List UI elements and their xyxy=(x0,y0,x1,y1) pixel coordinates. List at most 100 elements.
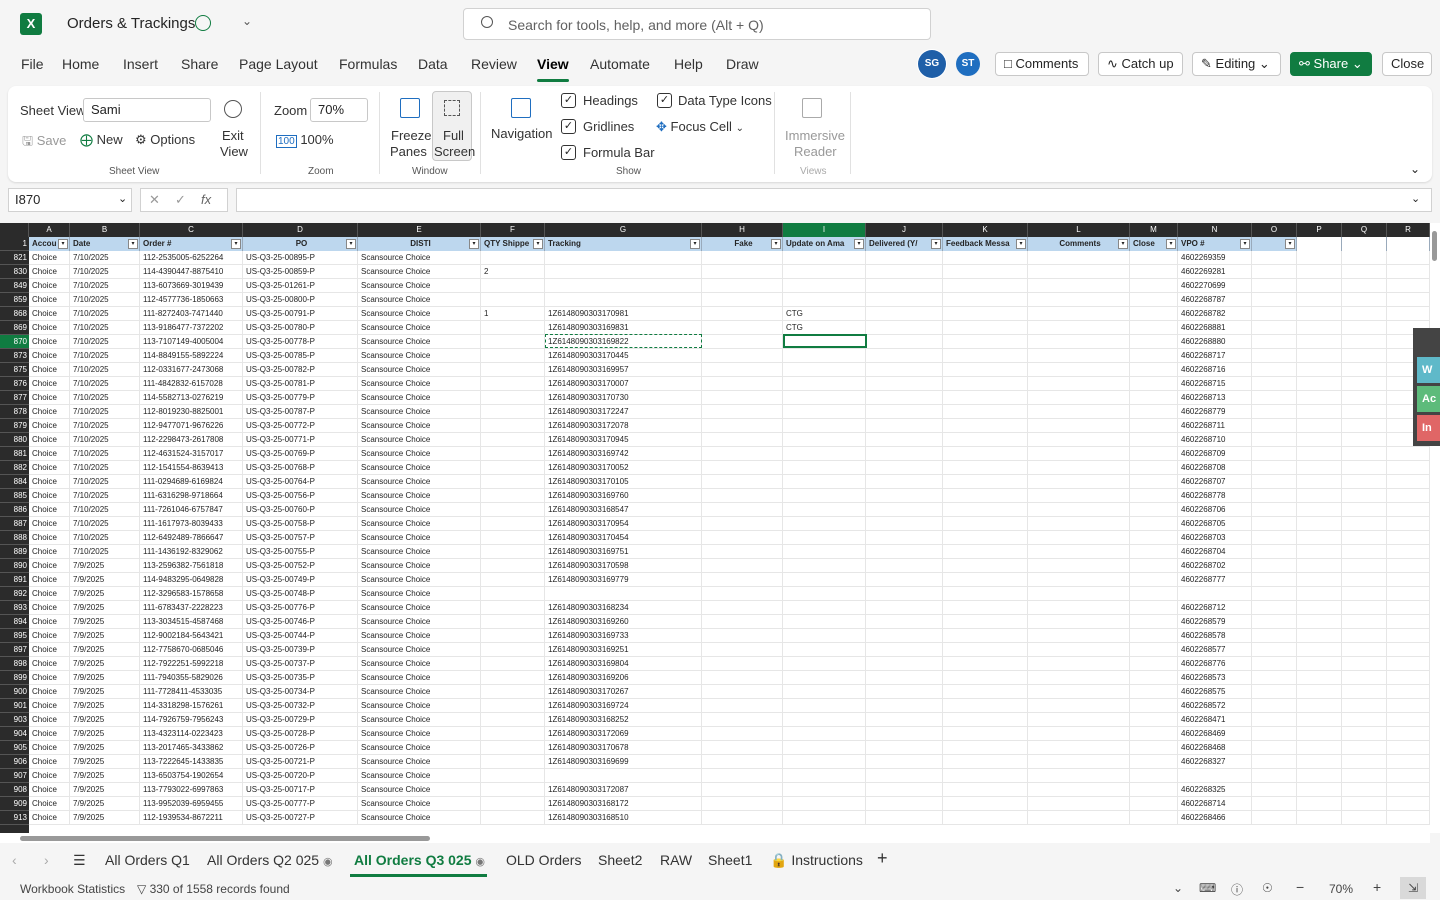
filter-dropdown-icon[interactable]: ▾ xyxy=(1166,239,1176,249)
table-cell[interactable] xyxy=(783,531,866,545)
row-header[interactable]: 881 xyxy=(0,447,29,461)
table-cell[interactable]: 1Z6148090303170445 xyxy=(545,349,702,363)
table-cell[interactable]: 4602268702 xyxy=(1178,559,1252,573)
table-cell[interactable] xyxy=(1252,517,1297,531)
table-cell[interactable] xyxy=(866,307,943,321)
table-cell[interactable]: 7/10/2025 xyxy=(70,489,140,503)
column-header-n[interactable]: N xyxy=(1178,223,1252,237)
full-screen-exit-icon[interactable]: ⇲ xyxy=(1400,877,1426,899)
table-cell[interactable]: Choice xyxy=(29,447,70,461)
table-cell[interactable]: 7/10/2025 xyxy=(70,265,140,279)
data-type-icons-checkbox[interactable]: ✓ xyxy=(657,93,672,108)
table-cell[interactable] xyxy=(1297,279,1342,293)
table-cell[interactable] xyxy=(943,503,1028,517)
table-cell[interactable] xyxy=(866,797,943,811)
table-cell[interactable] xyxy=(1130,531,1178,545)
table-cell[interactable]: 113-6503754-1902654 xyxy=(140,769,243,783)
tab-all-orders-q2[interactable]: All Orders Q2 025 ◉ xyxy=(207,852,333,868)
table-cell[interactable] xyxy=(1252,363,1297,377)
table-cell[interactable]: 1Z6148090303169831 xyxy=(545,321,702,335)
table-cell[interactable]: 7/9/2025 xyxy=(70,657,140,671)
menu-help[interactable]: Help xyxy=(674,56,703,72)
table-cell[interactable] xyxy=(702,433,783,447)
next-sheet-icon[interactable]: › xyxy=(44,852,49,868)
table-cell[interactable]: 1 xyxy=(481,307,545,321)
table-cell[interactable] xyxy=(702,559,783,573)
table-cell[interactable]: Choice xyxy=(29,279,70,293)
table-cell[interactable] xyxy=(545,279,702,293)
menu-file[interactable]: File xyxy=(21,56,44,72)
table-cell[interactable] xyxy=(1028,335,1130,349)
table-cell[interactable] xyxy=(783,447,866,461)
header-cell[interactable]: Accou ▾ xyxy=(29,237,70,251)
row-header[interactable]: 849 xyxy=(0,279,29,293)
table-cell[interactable] xyxy=(1028,811,1130,825)
table-cell[interactable]: Choice xyxy=(29,713,70,727)
table-cell[interactable] xyxy=(702,377,783,391)
save-view-button[interactable]: 🖫 Save xyxy=(22,132,66,154)
table-cell[interactable] xyxy=(1387,279,1430,293)
table-cell[interactable]: 4602268708 xyxy=(1178,461,1252,475)
table-cell[interactable] xyxy=(943,279,1028,293)
table-cell[interactable]: 4602268469 xyxy=(1178,727,1252,741)
table-cell[interactable] xyxy=(783,671,866,685)
table-cell[interactable]: Choice xyxy=(29,615,70,629)
side-panel-tab[interactable]: In xyxy=(1417,415,1440,441)
table-cell[interactable]: 1Z6148090303169251 xyxy=(545,643,702,657)
table-cell[interactable]: Scansource Choice xyxy=(358,615,481,629)
table-cell[interactable] xyxy=(702,405,783,419)
table-cell[interactable] xyxy=(943,783,1028,797)
table-cell[interactable]: US-Q3-25-01261-P xyxy=(243,279,358,293)
horizontal-scrollbar[interactable] xyxy=(0,833,1430,843)
table-cell[interactable]: Choice xyxy=(29,531,70,545)
table-cell[interactable]: US-Q3-25-00757-P xyxy=(243,531,358,545)
focus-cell-button[interactable]: ✥ Focus Cell ⌄ xyxy=(656,119,744,135)
table-cell[interactable]: Scansource Choice xyxy=(358,545,481,559)
table-cell[interactable]: US-Q3-25-00778-P xyxy=(243,335,358,349)
table-cell[interactable]: 1Z6148090303170598 xyxy=(545,559,702,573)
table-cell[interactable] xyxy=(1342,377,1387,391)
table-cell[interactable]: US-Q3-25-00780-P xyxy=(243,321,358,335)
table-cell[interactable]: Choice xyxy=(29,489,70,503)
table-cell[interactable] xyxy=(481,517,545,531)
column-header-r[interactable]: R xyxy=(1387,223,1430,237)
header-cell[interactable]: Tracking ▾ xyxy=(545,237,702,251)
table-cell[interactable]: 7/9/2025 xyxy=(70,783,140,797)
table-cell[interactable] xyxy=(783,769,866,783)
row-header[interactable]: 873 xyxy=(0,349,29,363)
table-cell[interactable]: US-Q3-25-00895-P xyxy=(243,251,358,265)
table-cell[interactable]: 7/10/2025 xyxy=(70,377,140,391)
table-cell[interactable] xyxy=(866,713,943,727)
table-cell[interactable]: 114-4390447-8875410 xyxy=(140,265,243,279)
table-cell[interactable] xyxy=(1342,559,1387,573)
table-cell[interactable] xyxy=(1252,587,1297,601)
table-cell[interactable] xyxy=(943,475,1028,489)
tab-all-orders-q3[interactable]: All Orders Q3 025 ◉ xyxy=(354,852,485,868)
header-cell[interactable]: Order # ▾ xyxy=(140,237,243,251)
table-cell[interactable]: 4602270699 xyxy=(1178,279,1252,293)
table-cell[interactable] xyxy=(1387,559,1430,573)
table-cell[interactable]: 7/9/2025 xyxy=(70,727,140,741)
header-cell[interactable]: Delivered (Y/ ▾ xyxy=(866,237,943,251)
table-cell[interactable] xyxy=(783,797,866,811)
table-cell[interactable]: 7/10/2025 xyxy=(70,517,140,531)
table-cell[interactable]: 4602268578 xyxy=(1178,629,1252,643)
table-cell[interactable] xyxy=(1252,573,1297,587)
cancel-icon[interactable]: ✕ xyxy=(149,189,160,211)
table-cell[interactable]: Choice xyxy=(29,727,70,741)
table-cell[interactable]: 4602268710 xyxy=(1178,433,1252,447)
table-cell[interactable] xyxy=(1297,587,1342,601)
table-cell[interactable] xyxy=(866,489,943,503)
table-cell[interactable] xyxy=(943,419,1028,433)
table-cell[interactable] xyxy=(702,531,783,545)
table-cell[interactable]: 7/10/2025 xyxy=(70,405,140,419)
scroll-thumb[interactable] xyxy=(20,836,430,841)
table-cell[interactable] xyxy=(1028,279,1130,293)
table-cell[interactable] xyxy=(481,447,545,461)
table-cell[interactable] xyxy=(1028,321,1130,335)
table-cell[interactable]: Scansource Choice xyxy=(358,811,481,825)
table-cell[interactable] xyxy=(481,811,545,825)
table-cell[interactable] xyxy=(1028,405,1130,419)
table-cell[interactable] xyxy=(1130,335,1178,349)
table-cell[interactable]: 113-2017465-3433862 xyxy=(140,741,243,755)
